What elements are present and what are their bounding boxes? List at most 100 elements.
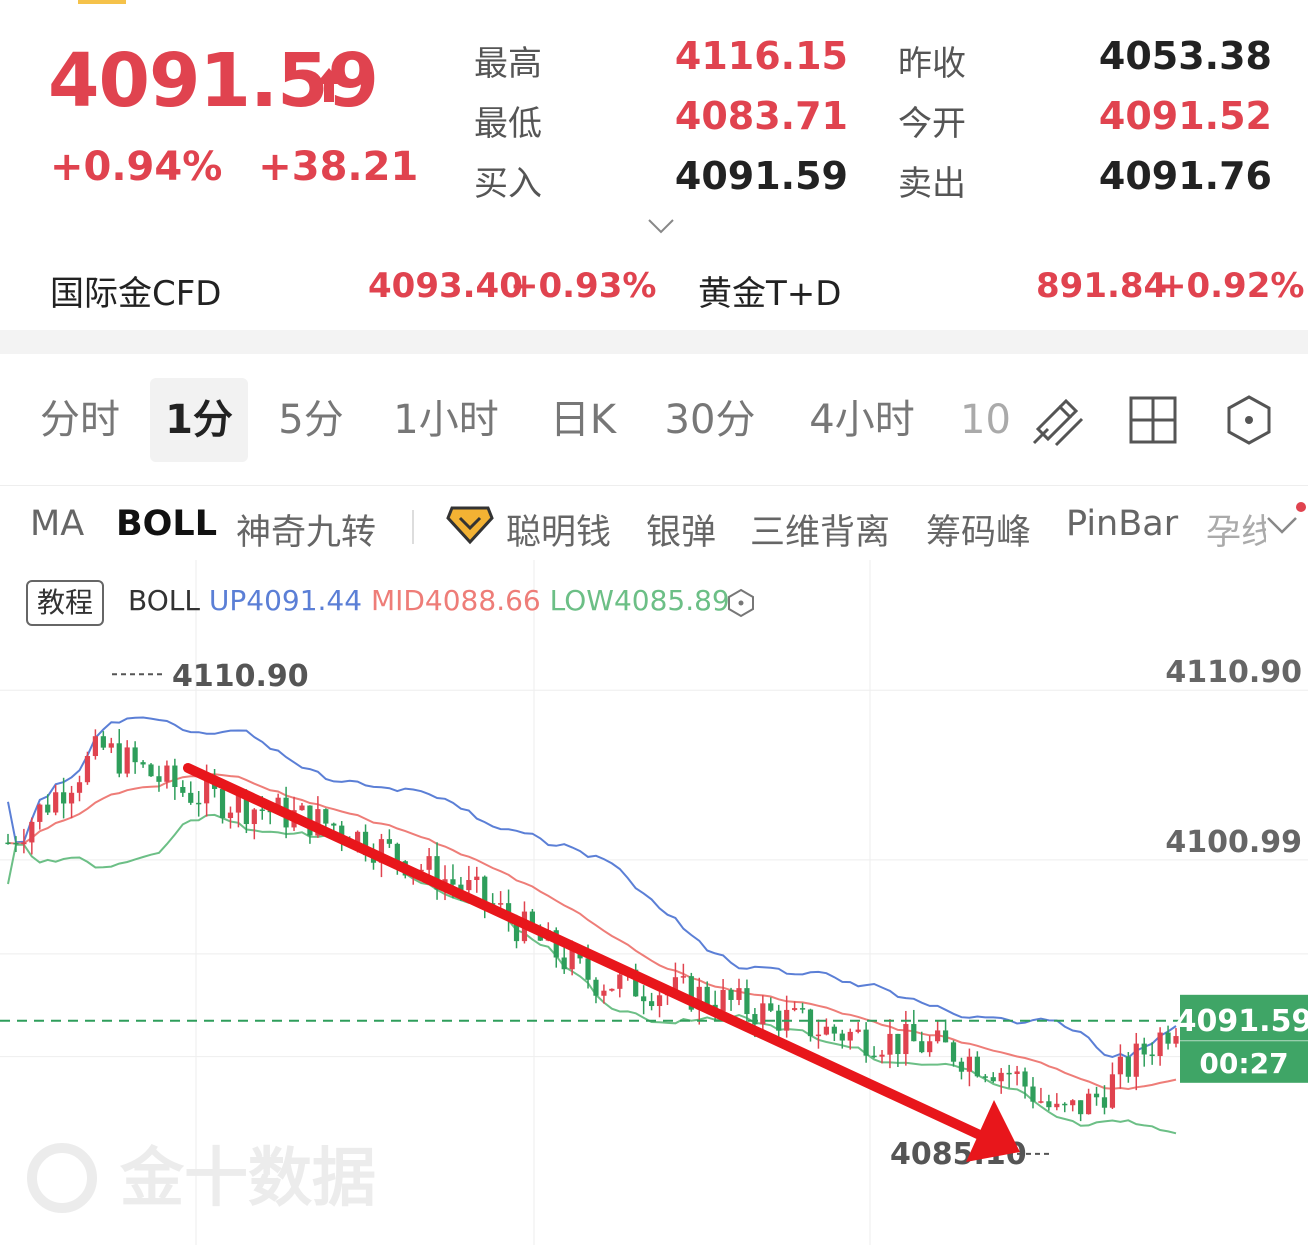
indicator-silver-bullet[interactable]: 银弹 (646, 504, 716, 555)
candle-body (76, 782, 83, 793)
candle-body (776, 1010, 782, 1031)
chevron-down-icon[interactable] (1264, 510, 1300, 540)
candle-body (84, 756, 91, 783)
candle-body (871, 1055, 877, 1058)
candle-body (1157, 1032, 1163, 1057)
candle-body (744, 988, 750, 1015)
indicator-chip-peak[interactable]: 筹码峰 (926, 504, 1031, 555)
candle-body (164, 765, 170, 782)
candle-body (807, 1009, 814, 1037)
candle-body (839, 1033, 845, 1041)
boll-legend-mid: MID4088.66 (370, 584, 541, 617)
stat-value-ask: 4091.76 (1098, 154, 1272, 198)
candle-body (760, 1003, 766, 1025)
candle-body (1165, 1032, 1171, 1044)
candle-body (823, 1026, 829, 1035)
tutorial-button[interactable]: 教程 (26, 580, 104, 626)
candle-body (1070, 1100, 1076, 1106)
indicator-inside-bar[interactable]: 孕线 (1206, 504, 1266, 555)
indicator-boll[interactable]: BOLL (116, 504, 217, 544)
candle-body (5, 842, 11, 845)
candle-body (394, 843, 400, 862)
indicator-smart-money[interactable]: 聪明钱 (506, 504, 611, 555)
candle-body (140, 762, 146, 765)
candle-body (919, 1041, 925, 1053)
settings-hexagon-icon[interactable] (1222, 393, 1276, 447)
candle-body (831, 1026, 837, 1034)
tab-4hour[interactable]: 4小时 (800, 378, 924, 462)
candle-body (1046, 1101, 1052, 1108)
candle-body (323, 809, 329, 824)
layout-grid-icon[interactable] (1126, 393, 1180, 447)
candle-body (1022, 1071, 1028, 1087)
candle-body (609, 988, 615, 991)
stat-value-bid: 4091.59 (674, 154, 848, 198)
stat-label-open: 今开 (898, 104, 966, 144)
boll-legend-up: UP4091.44 (208, 584, 363, 617)
candle-body (1030, 1086, 1036, 1102)
candle-body (680, 976, 686, 978)
candle-body (1062, 1103, 1068, 1106)
candle-body (386, 839, 392, 844)
candle-body (188, 792, 194, 803)
candle-body (498, 903, 504, 905)
change-absolute: +38.21 (258, 144, 419, 190)
candle-body (116, 743, 122, 774)
tab-5min[interactable]: 5分 (266, 378, 356, 462)
candle-body (942, 1030, 949, 1043)
stat-label-ask: 卖出 (898, 164, 966, 204)
candle-body (799, 1008, 806, 1010)
stat-value-low: 4083.71 (674, 94, 848, 138)
stat-value-prev-close: 4053.38 (1098, 34, 1272, 78)
tab-1hour[interactable]: 1小时 (388, 378, 504, 462)
candle-body (331, 823, 337, 826)
indicator-divider (412, 510, 414, 544)
stat-label-high: 最高 (474, 44, 542, 84)
related-pct-cfd: +0.93% (510, 266, 657, 306)
tab-more[interactable]: 10 (960, 378, 1010, 462)
candle-body (736, 988, 742, 1000)
indicator-pinbar[interactable]: PinBar (1066, 504, 1178, 544)
tab-1min[interactable]: 1分 (150, 378, 248, 462)
candle-body (299, 805, 305, 811)
tab-30min[interactable]: 30分 (660, 378, 760, 462)
candle-body (792, 1008, 798, 1010)
candle-body (148, 764, 154, 777)
indicator-nine-turns[interactable]: 神奇九转 (236, 504, 376, 555)
candle-body (37, 804, 43, 822)
section-divider (0, 330, 1308, 354)
candle-body (68, 792, 75, 804)
stat-label-prev-close: 昨收 (898, 44, 966, 84)
candle-body (601, 990, 607, 996)
candle-body (815, 1034, 822, 1037)
draw-tool-icon[interactable] (1030, 393, 1084, 447)
candle-body (92, 736, 99, 757)
related-price-cfd: 4093.40 (368, 266, 523, 306)
indicator-ma[interactable]: MA (30, 504, 84, 544)
related-name-cfd[interactable]: 国际金CFD (50, 266, 221, 315)
candle-body (196, 802, 202, 805)
indicator-3d-divergence[interactable]: 三维背离 (750, 504, 890, 555)
settings-hexagon-icon[interactable] (726, 588, 756, 618)
candle-body (474, 876, 480, 881)
tab-daily[interactable]: 日K (540, 378, 626, 462)
candle-body (927, 1041, 933, 1053)
candle-body (13, 842, 19, 845)
candle-body (863, 1029, 869, 1056)
change-percent: +0.94% (50, 144, 223, 190)
candle-body (990, 1077, 996, 1082)
related-name-td[interactable]: 黄金T+D (698, 266, 841, 315)
candle-body (172, 765, 178, 788)
tab-timeshare[interactable]: 分时 (26, 378, 134, 462)
candle-body (156, 776, 162, 782)
candlestick-chart[interactable]: 4110.904100.994091.5900:274110.904085.10… (0, 560, 1308, 1245)
candle-body (426, 856, 432, 870)
candle-body (1014, 1071, 1020, 1074)
candle-body (1101, 1097, 1108, 1108)
candle-body (648, 1001, 655, 1007)
candle-body (1109, 1074, 1116, 1108)
current-price-label: 4091.59 (1176, 1004, 1308, 1039)
candle-body (100, 736, 106, 748)
candle-body (1006, 1072, 1012, 1075)
chevron-down-icon[interactable] (646, 216, 676, 236)
